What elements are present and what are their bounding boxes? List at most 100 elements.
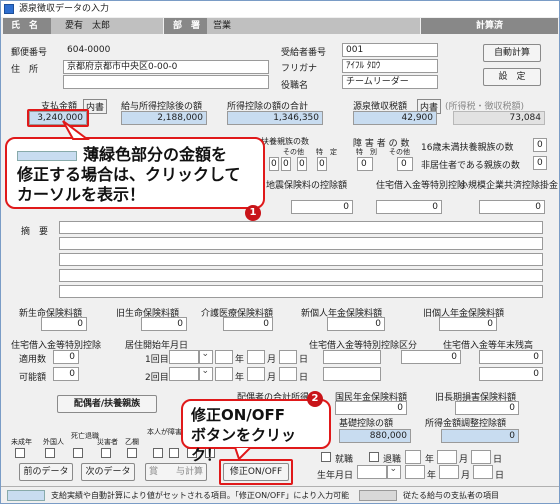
self-disabled-checkbox[interactable]	[153, 448, 163, 458]
next-data-button[interactable]: 次のデータ	[81, 463, 135, 481]
settings-button[interactable]: 設 定	[483, 68, 541, 86]
name-value: 愛有 太郎	[51, 18, 163, 34]
second-month-field[interactable]	[247, 367, 265, 381]
zip-label: 郵便番号	[11, 48, 48, 58]
employment-checkbox[interactable]	[321, 452, 331, 462]
under16-field[interactable]: 0	[533, 138, 547, 152]
dep-field-1[interactable]: 0	[269, 157, 279, 171]
death-checkbox[interactable]	[73, 448, 83, 458]
after-deduct-field[interactable]: 2,188,000	[121, 111, 207, 125]
name-label: 氏 名	[3, 18, 51, 34]
non-resident-label: 非居住者である親族の数	[421, 161, 520, 171]
first-year-field[interactable]	[215, 350, 233, 364]
callout-one-line3: カーソルを表示！	[17, 185, 146, 204]
emp-year-field[interactable]	[405, 450, 421, 464]
spouse-button[interactable]: 配偶者/扶養親族	[57, 395, 157, 413]
second-year-label: 年	[235, 373, 245, 383]
prev-data-button[interactable]: 前のデータ	[19, 463, 73, 481]
foreigner-label: 外国人	[43, 438, 64, 446]
memo-line-5[interactable]	[59, 285, 543, 298]
first-month-field[interactable]	[247, 350, 265, 364]
tax-field[interactable]: 42,900	[353, 111, 437, 125]
disabled-field-2[interactable]: 0	[397, 157, 413, 171]
housing-balance-field-2[interactable]: 0	[479, 350, 543, 364]
widow-checkbox[interactable]	[169, 448, 179, 458]
non-resident-field[interactable]: 0	[533, 156, 547, 170]
disaster-checkbox[interactable]	[101, 448, 111, 458]
dep-field-4[interactable]: 0	[317, 157, 327, 171]
second-day-field[interactable]	[279, 367, 297, 381]
memo-line-4[interactable]	[59, 269, 543, 282]
minor-checkbox[interactable]	[15, 448, 25, 458]
total-deduct-field[interactable]: 1,346,350	[227, 111, 323, 125]
second-year-field[interactable]	[215, 367, 233, 381]
applicable-field[interactable]: 0	[53, 350, 79, 364]
first-day-field[interactable]	[279, 350, 297, 364]
callout-one-line2: 修正する場合は、クリックして	[17, 165, 241, 184]
birth-day-label: 日	[495, 471, 505, 481]
second-era-select[interactable]	[199, 366, 213, 381]
housing-class-field-2[interactable]	[323, 367, 381, 381]
title-field[interactable]: チームリーダー	[342, 75, 438, 89]
second-month-label: 月	[267, 373, 277, 383]
window-title: 源泉徴収データの入力	[19, 4, 110, 14]
emp-month-field[interactable]	[437, 450, 457, 464]
small-field[interactable]: 0	[479, 200, 545, 214]
callout-two-pointer	[233, 447, 253, 461]
address-field-2[interactable]	[63, 75, 269, 89]
housing-class-field-1[interactable]	[323, 350, 381, 364]
first-era-field[interactable]	[169, 350, 199, 364]
first-era-select[interactable]	[199, 349, 213, 364]
dep-field-3[interactable]: 0	[297, 157, 307, 171]
emp-day-field[interactable]	[471, 450, 491, 464]
emp-month-label: 月	[459, 455, 469, 465]
unpaid-field[interactable]: 73,084	[453, 111, 545, 125]
memo-line-2[interactable]	[59, 237, 543, 250]
birth-day-field[interactable]	[473, 465, 493, 479]
recipient-field[interactable]: 001	[342, 43, 438, 57]
title-bar: 源泉徴収データの入力	[1, 1, 559, 17]
old-long-term-field[interactable]: 0	[455, 401, 519, 415]
auto-calc-button[interactable]: 自動計算	[483, 44, 541, 62]
emp-year-label: 年	[425, 455, 435, 465]
first-year-label: 年	[235, 355, 245, 365]
earthquake-field[interactable]: 0	[291, 200, 353, 214]
birth-year-field[interactable]	[405, 465, 425, 479]
retire-checkbox[interactable]	[369, 452, 379, 462]
second-label: 2回目	[145, 373, 169, 383]
address-label: 住 所	[11, 65, 39, 75]
step-two-badge: 2	[307, 391, 323, 407]
birth-month-field[interactable]	[439, 465, 459, 479]
otsu-checkbox[interactable]	[127, 448, 137, 458]
care-field[interactable]: 0	[223, 317, 273, 331]
under16-label: 16歳未満扶養親族の数	[421, 143, 514, 153]
old-pension-field[interactable]: 0	[439, 317, 497, 331]
second-era-field[interactable]	[169, 367, 199, 381]
app-icon	[4, 4, 14, 14]
housing-field[interactable]: 0	[376, 200, 442, 214]
zip-value: 604-0000	[67, 45, 111, 55]
earthquake-label: 地震保険料の控除額	[266, 181, 348, 191]
memo-line-3[interactable]	[59, 253, 543, 266]
disabled-special-label: 特 別	[356, 148, 377, 156]
recalc-button[interactable]: 賞 与計算	[145, 463, 207, 481]
address-field[interactable]: 京都府京都市中央区0-00-0	[63, 60, 269, 74]
memo-line-1[interactable]	[59, 221, 543, 234]
new-life-field[interactable]: 0	[41, 317, 87, 331]
furigana-field[interactable]: ｱｲﾌﾙ ﾀﾛｳ	[342, 59, 438, 73]
housing-balance-field-3[interactable]: 0	[479, 367, 543, 381]
basic-deduct-field[interactable]: 880,000	[339, 429, 411, 443]
birth-era-field[interactable]	[357, 465, 387, 479]
old-life-field[interactable]: 0	[141, 317, 187, 331]
birth-year-label: 年	[427, 471, 437, 481]
national-pension-field[interactable]: 0	[335, 401, 407, 415]
housing-balance-field-1[interactable]: 0	[401, 350, 461, 364]
disabled-field-1[interactable]: 0	[357, 157, 373, 171]
birth-era-select[interactable]	[387, 464, 401, 479]
applicable-label: 適用数	[19, 355, 47, 365]
possible-field[interactable]: 0	[53, 367, 79, 381]
new-pension-field[interactable]: 0	[327, 317, 385, 331]
dep-field-2[interactable]: 0	[281, 157, 291, 171]
adjust-deduct-field[interactable]: 0	[441, 429, 519, 443]
foreigner-checkbox[interactable]	[45, 448, 55, 458]
